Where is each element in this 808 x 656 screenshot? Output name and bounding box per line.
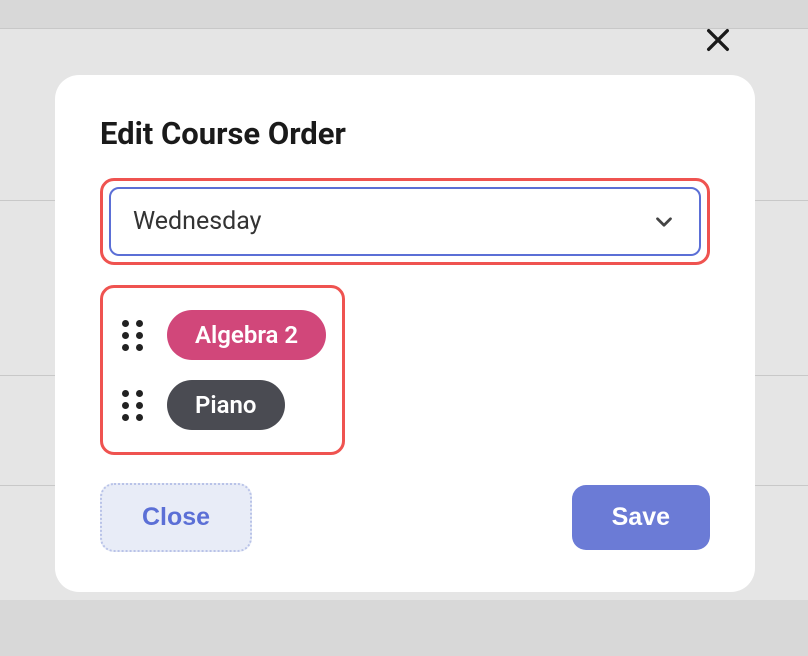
day-select-highlight: Wednesday bbox=[100, 178, 710, 265]
course-pill: Algebra 2 bbox=[167, 310, 326, 360]
drag-handle-icon[interactable] bbox=[119, 389, 145, 421]
course-row[interactable]: Piano bbox=[119, 370, 326, 440]
course-list-highlight: Algebra 2 Piano bbox=[100, 285, 345, 455]
close-icon[interactable] bbox=[698, 20, 738, 60]
edit-course-order-modal: Edit Course Order Wednesday Algebra 2 Pi… bbox=[55, 75, 755, 592]
drag-handle-icon[interactable] bbox=[119, 319, 145, 351]
day-select-value: Wednesday bbox=[133, 207, 261, 236]
modal-title: Edit Course Order bbox=[100, 115, 710, 152]
chevron-down-icon bbox=[651, 209, 677, 235]
save-button[interactable]: Save bbox=[572, 485, 710, 550]
modal-button-row: Close Save bbox=[100, 483, 710, 552]
close-button[interactable]: Close bbox=[100, 483, 252, 552]
course-row[interactable]: Algebra 2 bbox=[119, 300, 326, 370]
day-select[interactable]: Wednesday bbox=[109, 187, 701, 256]
course-pill: Piano bbox=[167, 380, 285, 430]
